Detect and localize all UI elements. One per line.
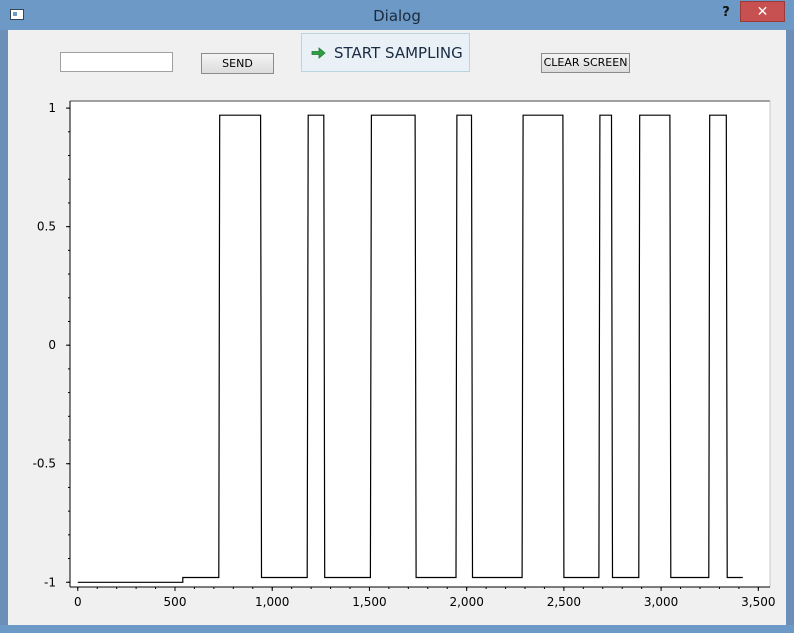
- window-frame-bottom: [0, 625, 794, 633]
- x-tick-label: 3,000: [644, 595, 678, 609]
- y-tick-label: 0: [48, 338, 56, 352]
- x-tick-label: 1,500: [352, 595, 386, 609]
- y-tick-label: 1: [48, 101, 56, 115]
- x-tick-label: 2,500: [547, 595, 581, 609]
- y-tick-label: -0.5: [33, 457, 56, 471]
- y-tick-label: 0.5: [37, 220, 56, 234]
- x-tick-label: 2,000: [449, 595, 483, 609]
- x-tick-label: 3,500: [741, 595, 775, 609]
- signal-plot: -1 -0.5 0 0.5 1 0 500 1,000 1,500 2,000 2,500 3,000…: [33, 100, 776, 609]
- x-tick-label: 500: [164, 595, 187, 609]
- plot-background: [70, 101, 770, 587]
- dialog-client-area: SEND START SAMPLING CLEAR SCREEN -1 -0.5 0…: [8, 30, 786, 625]
- x-tick-label: 0: [74, 595, 82, 609]
- x-tick-label: 1,000: [255, 595, 289, 609]
- y-tick-label: -1: [44, 575, 56, 589]
